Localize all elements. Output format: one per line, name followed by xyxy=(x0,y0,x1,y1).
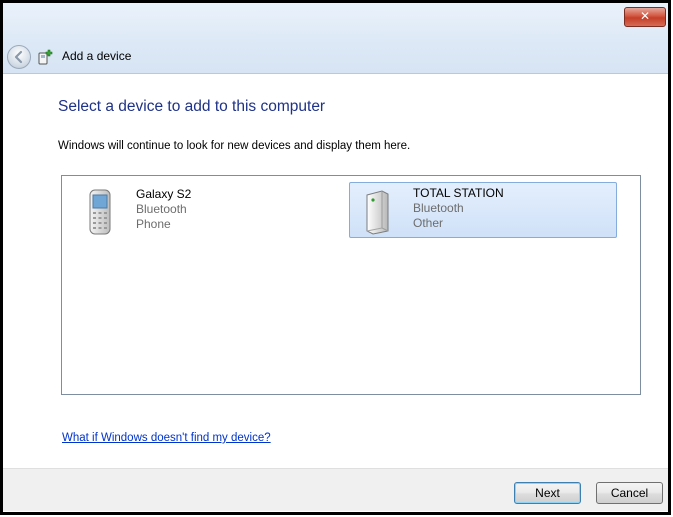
title-bar: ✕ xyxy=(3,3,668,74)
device-name: TOTAL STATION xyxy=(413,186,504,200)
generic-device-icon xyxy=(366,190,389,235)
page-heading: Select a device to add to this computer xyxy=(58,98,326,115)
device-list[interactable]: Galaxy S2 Bluetooth Phone TOTAL STATION … xyxy=(61,175,641,395)
device-item-total-station[interactable]: TOTAL STATION Bluetooth Other xyxy=(349,182,617,238)
device-connection: Bluetooth xyxy=(413,201,464,215)
back-button[interactable] xyxy=(7,45,31,69)
device-name: Galaxy S2 xyxy=(136,187,192,201)
next-button[interactable]: Next xyxy=(514,482,581,504)
cancel-button[interactable]: Cancel xyxy=(596,482,663,504)
device-connection: Bluetooth xyxy=(136,202,187,216)
add-device-icon xyxy=(38,49,53,65)
device-item-galaxy-s2[interactable]: Galaxy S2 Bluetooth Phone xyxy=(73,184,273,240)
device-category: Phone xyxy=(136,217,171,231)
page-description: Windows will continue to look for new de… xyxy=(58,140,411,152)
help-link[interactable]: What if Windows doesn't find my device? xyxy=(62,432,271,444)
close-button[interactable]: ✕ xyxy=(624,7,666,27)
device-category: Other xyxy=(413,216,444,230)
phone-icon xyxy=(89,189,111,235)
close-icon: ✕ xyxy=(639,9,651,23)
window-title: Add a device xyxy=(62,49,132,63)
back-arrow-icon xyxy=(14,50,23,64)
